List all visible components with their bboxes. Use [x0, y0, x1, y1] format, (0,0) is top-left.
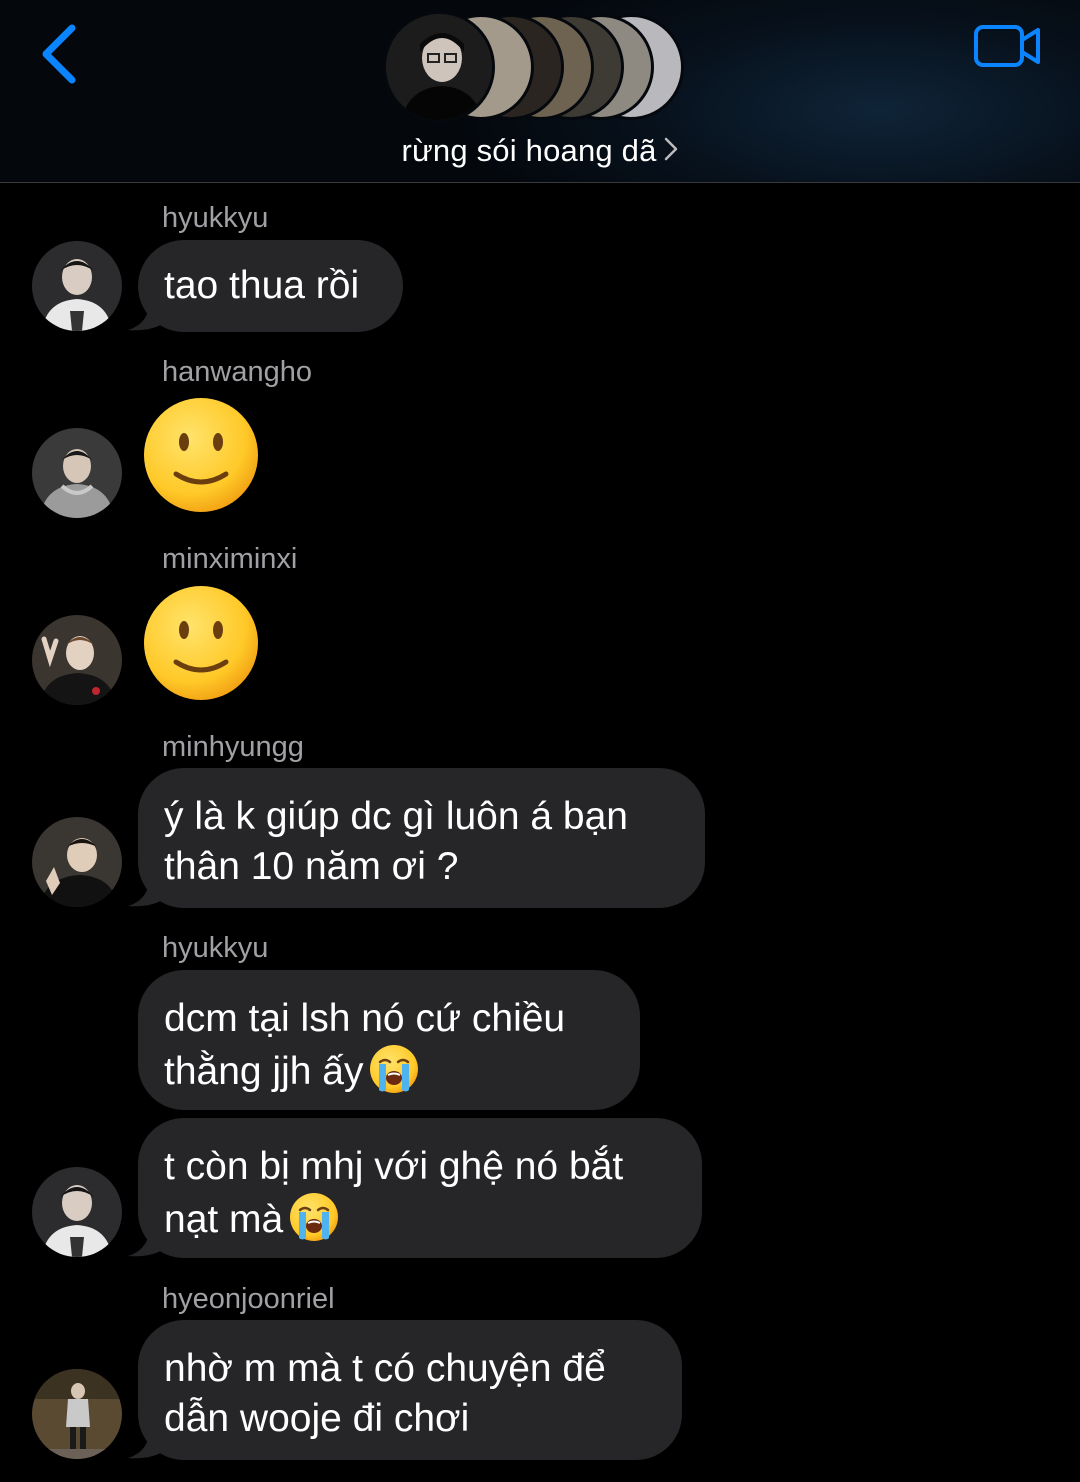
bubble-tail — [128, 302, 168, 331]
sender-name: minximinxi — [162, 543, 298, 575]
chevron-right-icon — [663, 135, 679, 171]
bubble-tail — [128, 1430, 168, 1459]
message-line: nạt mà — [164, 1198, 284, 1241]
sender-name: minhyungg — [162, 731, 304, 763]
back-button[interactable] — [30, 18, 90, 88]
message-bubble[interactable]: ý là k giúp dc gì luôn á bạn thân 10 năm… — [138, 768, 705, 908]
loudly-crying-face-emoji — [290, 1193, 339, 1241]
bubble-tail — [128, 1228, 168, 1257]
group-name[interactable]: rừng sói hoang dã — [0, 133, 1080, 171]
slightly-smiling-face-emoji — [144, 586, 258, 700]
slightly-smiling-face-emoji — [144, 398, 258, 512]
sender-name: hyukkyu — [162, 202, 269, 234]
chevron-left-icon — [42, 24, 76, 84]
message-text: tao thua rồi — [164, 264, 360, 307]
message-line: thằng jjh ấy — [164, 1050, 364, 1093]
sender-name: hyukkyu — [162, 932, 269, 964]
avatar[interactable] — [32, 615, 122, 705]
group-main-avatar — [383, 11, 495, 123]
message-line: dcm tại lsh nó cứ chiều — [164, 997, 566, 1040]
sender-name: hyeonjoonriel — [162, 1283, 335, 1315]
message-line: ý là k giúp dc gì luôn á bạn — [164, 795, 628, 838]
chat-header: rừng sói hoang dã — [0, 0, 1080, 183]
avatar[interactable] — [32, 241, 122, 331]
avatar[interactable] — [32, 428, 122, 518]
video-call-button[interactable] — [970, 18, 1046, 74]
message-line: thân 10 năm ơi ? — [164, 845, 459, 888]
bubble-tail — [128, 878, 168, 907]
avatar[interactable] — [32, 1369, 122, 1459]
video-camera-icon — [974, 25, 1040, 67]
message-line: nhờ m mà t có chuyện để — [164, 1347, 606, 1390]
group-name-label: rừng sói hoang dã — [401, 133, 657, 168]
message-line: t còn bị mhj với ghệ nó bắt — [164, 1145, 624, 1188]
message-bubble[interactable]: t còn bị mhj với ghệ nó bắt nạt mà — [138, 1118, 702, 1258]
avatar[interactable] — [32, 817, 122, 907]
message-bubble[interactable]: tao thua rồi — [138, 240, 403, 332]
avatar[interactable] — [32, 1167, 122, 1257]
message-line: dẫn wooje đi chơi — [164, 1397, 470, 1440]
sender-name: hanwangho — [162, 356, 312, 388]
message-bubble[interactable]: dcm tại lsh nó cứ chiều thằng jjh ấy — [138, 970, 640, 1110]
group-avatar-stack[interactable] — [378, 10, 708, 124]
message-bubble[interactable]: nhờ m mà t có chuyện để dẫn wooje đi chơ… — [138, 1320, 682, 1460]
loudly-crying-face-emoji — [370, 1045, 419, 1093]
